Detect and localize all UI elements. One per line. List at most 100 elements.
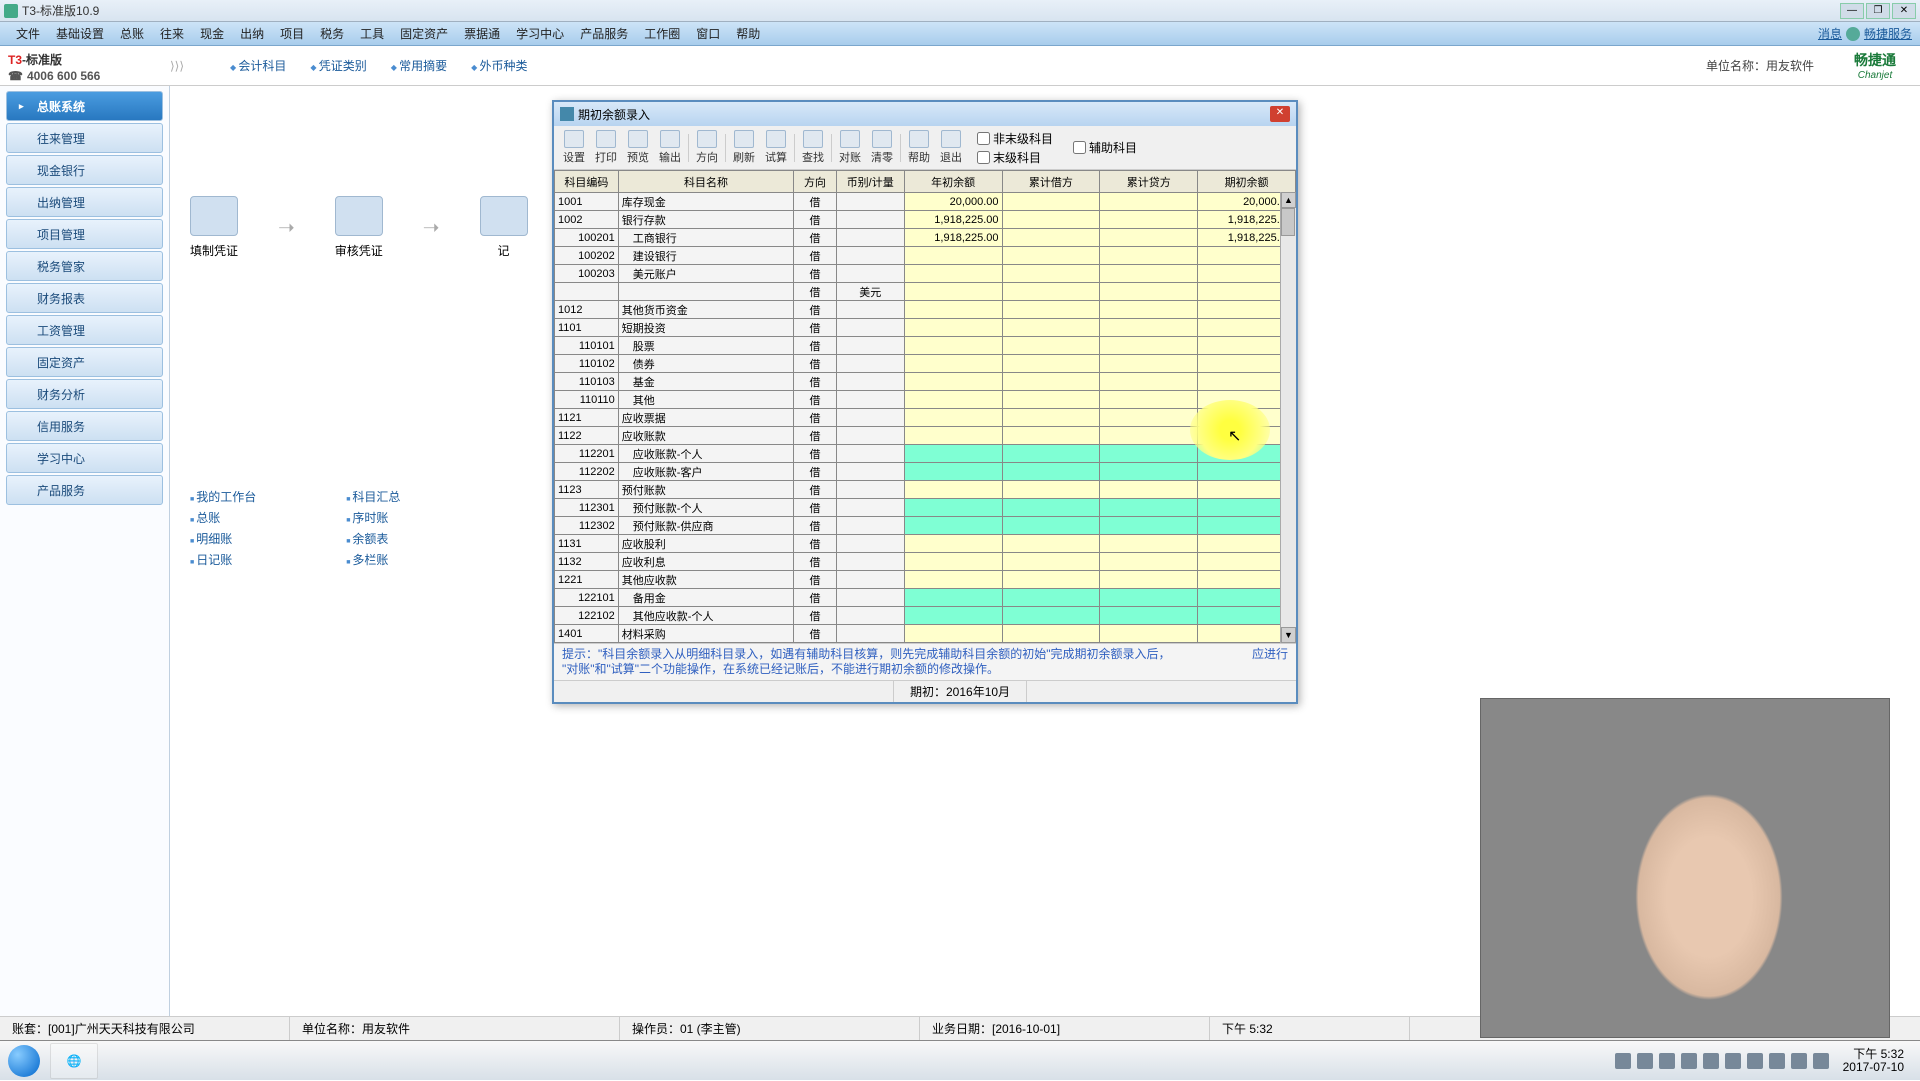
- dialog-title-bar[interactable]: 期初余额录入 ✕: [554, 102, 1296, 126]
- sidebar-item-10[interactable]: 信用服务: [6, 411, 163, 441]
- cell-year-balance[interactable]: [904, 607, 1002, 625]
- table-row[interactable]: 1131应收股利借: [555, 535, 1296, 553]
- tray-icon[interactable]: [1769, 1053, 1785, 1069]
- cell-year-balance[interactable]: [904, 571, 1002, 589]
- table-row[interactable]: 1012其他货币资金借: [555, 301, 1296, 319]
- menu-1[interactable]: 基础设置: [48, 25, 112, 42]
- cell-code[interactable]: 1122: [555, 427, 619, 445]
- cell-debit[interactable]: [1002, 355, 1100, 373]
- cell-code[interactable]: 112301: [555, 499, 619, 517]
- toolbar-设置[interactable]: 设置: [558, 128, 590, 167]
- cell-name[interactable]: 应收票据: [618, 409, 793, 427]
- cell-currency[interactable]: [836, 409, 904, 427]
- table-row[interactable]: 110101股票借: [555, 337, 1296, 355]
- cell-direction[interactable]: 借: [794, 319, 837, 337]
- cell-credit[interactable]: [1100, 625, 1198, 643]
- workflow-label[interactable]: 填制凭证: [190, 242, 238, 259]
- cell-credit[interactable]: [1100, 535, 1198, 553]
- cell-direction[interactable]: 借: [794, 463, 837, 481]
- cell-name[interactable]: 短期投资: [618, 319, 793, 337]
- cell-debit[interactable]: [1002, 391, 1100, 409]
- cell-code[interactable]: [555, 283, 619, 301]
- cell-currency[interactable]: [836, 481, 904, 499]
- expand-icon[interactable]: ⟩⟩⟩: [170, 59, 190, 73]
- cell-name[interactable]: 预付账款: [618, 481, 793, 499]
- column-header[interactable]: 方向: [794, 171, 837, 193]
- cell-year-balance[interactable]: [904, 427, 1002, 445]
- cell-credit[interactable]: [1100, 193, 1198, 211]
- table-row[interactable]: 122102其他应收款-个人借: [555, 607, 1296, 625]
- cell-currency[interactable]: [836, 427, 904, 445]
- cell-debit[interactable]: [1002, 499, 1100, 517]
- cell-year-balance[interactable]: [904, 391, 1002, 409]
- workflow-node-2[interactable]: 记: [480, 196, 528, 259]
- cell-credit[interactable]: [1100, 445, 1198, 463]
- report-link[interactable]: 明细账: [190, 528, 256, 549]
- table-row[interactable]: 112302预付账款-供应商借: [555, 517, 1296, 535]
- tray-icon[interactable]: [1747, 1053, 1763, 1069]
- cell-credit[interactable]: [1100, 319, 1198, 337]
- cell-name[interactable]: 美元账户: [618, 265, 793, 283]
- cell-debit[interactable]: [1002, 589, 1100, 607]
- sublink-2[interactable]: 常用摘要: [391, 57, 447, 74]
- toolbar-查找[interactable]: 查找: [797, 128, 829, 167]
- cell-currency[interactable]: [836, 319, 904, 337]
- cell-direction[interactable]: 借: [794, 229, 837, 247]
- cell-credit[interactable]: [1100, 373, 1198, 391]
- cell-credit[interactable]: [1100, 265, 1198, 283]
- cell-code[interactable]: 100202: [555, 247, 619, 265]
- tray-icon[interactable]: [1725, 1053, 1741, 1069]
- cell-code[interactable]: 1121: [555, 409, 619, 427]
- cell-year-balance[interactable]: [904, 319, 1002, 337]
- menu-3[interactable]: 往来: [152, 25, 192, 42]
- table-row[interactable]: 1221其他应收款借: [555, 571, 1296, 589]
- scroll-up-button[interactable]: ▲: [1281, 192, 1296, 208]
- cell-direction[interactable]: 借: [794, 391, 837, 409]
- workflow-label[interactable]: 记: [480, 242, 528, 259]
- cell-direction[interactable]: 借: [794, 373, 837, 391]
- cell-name[interactable]: 应收账款-客户: [618, 463, 793, 481]
- column-header[interactable]: 累计借方: [1002, 171, 1100, 193]
- cell-direction[interactable]: 借: [794, 283, 837, 301]
- cell-currency[interactable]: [836, 337, 904, 355]
- report-link[interactable]: 余额表: [346, 528, 400, 549]
- cell-name[interactable]: 预付账款-供应商: [618, 517, 793, 535]
- cell-credit[interactable]: [1100, 301, 1198, 319]
- cell-name[interactable]: 建设银行: [618, 247, 793, 265]
- column-header[interactable]: 年初余额: [904, 171, 1002, 193]
- cell-name[interactable]: 其他货币资金: [618, 301, 793, 319]
- cell-code[interactable]: 110101: [555, 337, 619, 355]
- cell-debit[interactable]: [1002, 409, 1100, 427]
- cell-currency[interactable]: [836, 589, 904, 607]
- cell-credit[interactable]: [1100, 553, 1198, 571]
- cell-credit[interactable]: [1100, 427, 1198, 445]
- column-header[interactable]: 科目名称: [618, 171, 793, 193]
- cell-debit[interactable]: [1002, 607, 1100, 625]
- cell-debit[interactable]: [1002, 301, 1100, 319]
- sidebar-item-1[interactable]: 往来管理: [6, 123, 163, 153]
- cell-name[interactable]: 材料采购: [618, 625, 793, 643]
- sidebar-item-4[interactable]: 项目管理: [6, 219, 163, 249]
- sidebar-item-8[interactable]: 固定资产: [6, 347, 163, 377]
- menu-2[interactable]: 总账: [112, 25, 152, 42]
- menu-13[interactable]: 工作圈: [636, 25, 688, 42]
- cell-code[interactable]: 112201: [555, 445, 619, 463]
- menu-6[interactable]: 项目: [272, 25, 312, 42]
- cell-credit[interactable]: [1100, 211, 1198, 229]
- cell-direction[interactable]: 借: [794, 535, 837, 553]
- cell-name[interactable]: 预付账款-个人: [618, 499, 793, 517]
- cell-year-balance[interactable]: [904, 355, 1002, 373]
- cell-year-balance[interactable]: [904, 409, 1002, 427]
- cell-year-balance[interactable]: [904, 283, 1002, 301]
- cell-year-balance[interactable]: [904, 373, 1002, 391]
- sidebar-item-11[interactable]: 学习中心: [6, 443, 163, 473]
- cell-name[interactable]: 其他应收款: [618, 571, 793, 589]
- toolbar-预览[interactable]: 预览: [622, 128, 654, 167]
- cell-debit[interactable]: [1002, 571, 1100, 589]
- menu-15[interactable]: 帮助: [728, 25, 768, 42]
- cell-debit[interactable]: [1002, 283, 1100, 301]
- table-row[interactable]: 1001库存现金借20,000.0020,000.00: [555, 193, 1296, 211]
- cell-credit[interactable]: [1100, 499, 1198, 517]
- cell-code[interactable]: 100201: [555, 229, 619, 247]
- cell-currency[interactable]: [836, 625, 904, 643]
